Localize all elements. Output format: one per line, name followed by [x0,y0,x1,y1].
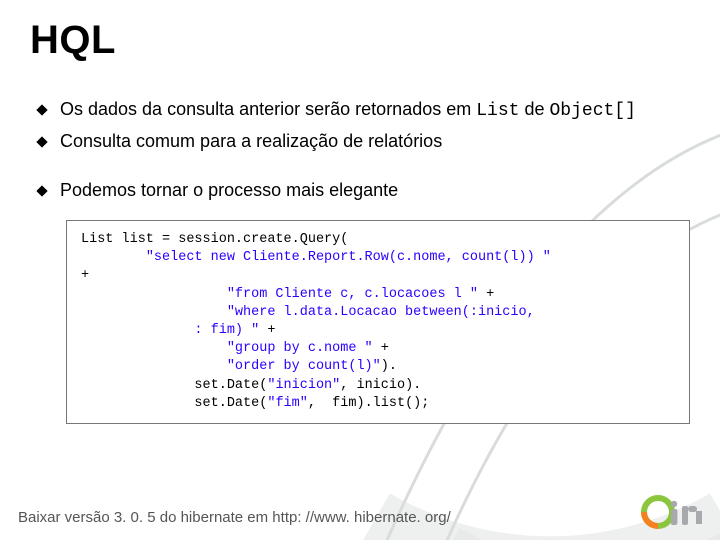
code-string: "where l.data.Locacao between(:inicio, [227,305,535,320]
bullet-text: Os dados da consulta anterior serão reto… [60,99,476,119]
code-text: ). [381,359,397,374]
code-text [81,359,227,374]
bullet-item: Os dados da consulta anterior serão reto… [38,97,692,123]
code-text [81,287,227,302]
code-text: , inicio). [340,378,421,393]
code-text [81,341,227,356]
bullet-text: Podemos tornar o processo mais elegante [60,180,398,200]
bullet-item: Consulta comum para a realização de rela… [38,129,692,153]
code-block: List list = session.create.Query( "selec… [66,220,690,424]
code-text: List list = session.create.Query( [81,232,348,247]
code-text: set.Date( [81,396,267,411]
code-text: set.Date( [81,378,267,393]
bullet-text: de [519,99,549,119]
code-text: + [259,323,275,338]
inline-code: Object[] [549,101,635,121]
code-string: : fim) " [81,323,259,338]
code-string: "group by c.nome " [227,341,373,356]
code-string: "select new Cliente.Report.Row(c.nome, c… [146,250,551,265]
slide: HQL Os dados da consulta anterior serão … [0,0,720,540]
code-string: "fim" [267,396,308,411]
code-text: + [81,268,89,283]
inline-code: List [476,101,519,121]
code-text: , fim).list(); [308,396,430,411]
code-text [81,305,227,320]
code-text: + [478,287,494,302]
code-text [81,250,146,265]
page-title: HQL [30,18,692,63]
code-string: "from Cliente c, c.locacoes l " [227,287,478,302]
logo-icon [640,494,706,530]
code-string: "order by count(l)" [227,359,381,374]
bullet-item: Podemos tornar o processo mais elegante [38,178,692,202]
code-string: "inicion" [267,378,340,393]
bullet-list: Os dados da consulta anterior serão reto… [38,97,692,202]
bullet-text: Consulta comum para a realização de rela… [60,131,442,151]
code-text: + [373,341,389,356]
